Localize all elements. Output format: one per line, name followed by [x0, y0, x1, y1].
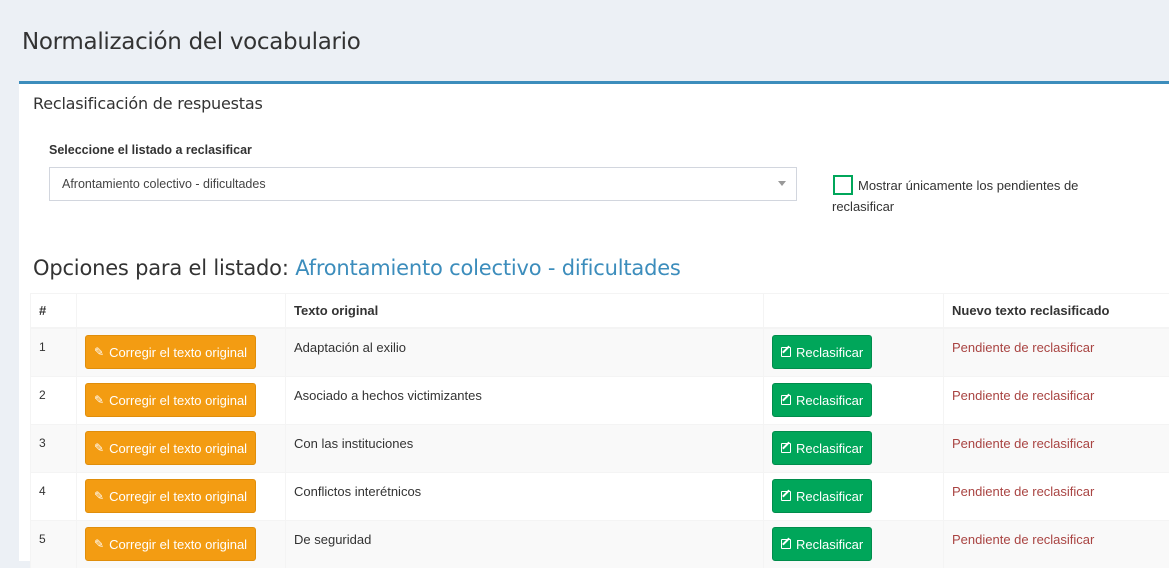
edit-icon — [781, 491, 791, 501]
row-action2-cell: Reclasificar — [764, 473, 944, 521]
table-row: 1 ✎ Corregir el texto original Adaptación a… — [31, 328, 1169, 377]
row-num-cell: 1 — [31, 328, 77, 377]
chevron-down-icon — [778, 181, 786, 186]
list-select[interactable]: Afrontamiento colectivo - dificultades — [49, 167, 797, 201]
row-num: 3 — [39, 425, 68, 450]
status-text: Pendiente de reclasificar — [952, 425, 1161, 451]
reclassify-label: Reclasificar — [796, 393, 863, 408]
row-original-cell: Asociado a hechos victimizantes — [286, 377, 764, 425]
status-text: Pendiente de reclasificar — [952, 377, 1161, 403]
reclassify-button[interactable]: Reclasificar — [772, 527, 872, 561]
row-original-cell: De seguridad — [286, 521, 764, 568]
row-status-cell: Pendiente de reclasificar — [944, 328, 1169, 377]
correct-original-button[interactable]: ✎ Corregir el texto original — [85, 383, 256, 417]
header-new-text: Nuevo texto reclasificado — [944, 294, 1169, 329]
edit-icon — [781, 539, 791, 549]
row-action2-cell: Reclasificar — [764, 377, 944, 425]
table-row: 3 ✎ Corregir el texto original Con las inst… — [31, 425, 1169, 473]
row-status-cell: Pendiente de reclasificar — [944, 521, 1169, 568]
reclassify-label: Reclasificar — [796, 537, 863, 552]
row-action1-cell: ✎ Corregir el texto original — [77, 521, 286, 568]
table-header-row: # Texto original Nuevo texto reclasifica… — [31, 294, 1169, 329]
correct-original-button[interactable]: ✎ Corregir el texto original — [85, 431, 256, 465]
select-value: Afrontamiento colectivo - dificultades — [62, 177, 266, 191]
original-text: Con las instituciones — [294, 425, 755, 451]
header-action2 — [764, 294, 944, 329]
row-action1-cell: ✎ Corregir el texto original — [77, 425, 286, 473]
row-num: 2 — [39, 377, 68, 402]
pending-only-label[interactable]: Mostrar únicamente los pendientes de rec… — [832, 175, 1132, 217]
section-heading-list: Afrontamiento colectivo - dificultades — [295, 256, 680, 280]
edit-icon — [781, 347, 791, 357]
page-title: Normalización del vocabulario — [22, 29, 361, 55]
original-text: Asociado a hechos victimizantes — [294, 377, 755, 403]
correct-original-label: Corregir el texto original — [109, 441, 247, 456]
edit-icon — [781, 395, 791, 405]
correct-original-button[interactable]: ✎ Corregir el texto original — [85, 479, 256, 513]
correct-original-label: Corregir el texto original — [109, 489, 247, 504]
pencil-icon: ✎ — [94, 393, 104, 407]
status-text: Pendiente de reclasificar — [952, 521, 1161, 547]
pencil-icon: ✎ — [94, 489, 104, 503]
correct-original-label: Corregir el texto original — [109, 345, 247, 360]
reclassify-button[interactable]: Reclasificar — [772, 383, 872, 417]
row-status-cell: Pendiente de reclasificar — [944, 377, 1169, 425]
pencil-icon: ✎ — [94, 537, 104, 551]
correct-original-button[interactable]: ✎ Corregir el texto original — [85, 335, 256, 369]
table-row: 5 ✎ Corregir el texto original De seguridad… — [31, 521, 1169, 568]
row-num: 1 — [39, 329, 68, 354]
box-title: Reclasificación de respuestas — [33, 94, 263, 113]
row-original-cell: Conflictos interétnicos — [286, 473, 764, 521]
reclassify-button[interactable]: Reclasificar — [772, 431, 872, 465]
select-label: Seleccione el listado a reclasificar — [49, 143, 252, 157]
row-action2-cell: Reclasificar — [764, 328, 944, 377]
reclassify-label: Reclasificar — [796, 489, 863, 504]
original-text: De seguridad — [294, 521, 755, 547]
table-row: 2 ✎ Corregir el texto original Asociado a h… — [31, 377, 1169, 425]
content-header: Normalización del vocabulario — [19, 12, 1169, 82]
row-action1-cell: ✎ Corregir el texto original — [77, 377, 286, 425]
row-num: 4 — [39, 473, 68, 498]
row-action1-cell: ✎ Corregir el texto original — [77, 328, 286, 377]
section-heading-prefix: Opciones para el listado: — [33, 256, 289, 280]
reclassify-label: Reclasificar — [796, 345, 863, 360]
row-num-cell: 4 — [31, 473, 77, 521]
correct-original-button[interactable]: ✎ Corregir el texto original — [85, 527, 256, 561]
row-num-cell: 3 — [31, 425, 77, 473]
row-status-cell: Pendiente de reclasificar — [944, 425, 1169, 473]
header-original: Texto original — [286, 294, 764, 329]
row-status-cell: Pendiente de reclasificar — [944, 473, 1169, 521]
options-table: # Texto original Nuevo texto reclasifica… — [30, 293, 1169, 568]
original-text: Conflictos interétnicos — [294, 473, 755, 499]
original-text: Adaptación al exilio — [294, 329, 755, 355]
pencil-icon: ✎ — [94, 345, 104, 359]
section-heading: Opciones para el listado: Afrontamiento … — [33, 256, 681, 280]
correct-original-label: Corregir el texto original — [109, 537, 247, 552]
header-num: # — [31, 294, 77, 329]
row-original-cell: Adaptación al exilio — [286, 328, 764, 377]
table-row: 4 ✎ Corregir el texto original Conflictos i… — [31, 473, 1169, 521]
status-text: Pendiente de reclasificar — [952, 329, 1161, 355]
status-text: Pendiente de reclasificar — [952, 473, 1161, 499]
row-original-cell: Con las instituciones — [286, 425, 764, 473]
row-num: 5 — [39, 521, 68, 546]
row-action1-cell: ✎ Corregir el texto original — [77, 473, 286, 521]
reclassify-button[interactable]: Reclasificar — [772, 479, 872, 513]
row-action2-cell: Reclasificar — [764, 521, 944, 568]
row-action2-cell: Reclasificar — [764, 425, 944, 473]
reclassification-box: Reclasificación de respuestas Seleccione… — [19, 81, 1169, 561]
row-num-cell: 2 — [31, 377, 77, 425]
pencil-icon: ✎ — [94, 441, 104, 455]
edit-icon — [781, 443, 791, 453]
reclassify-label: Reclasificar — [796, 441, 863, 456]
reclassify-button[interactable]: Reclasificar — [772, 335, 872, 369]
correct-original-label: Corregir el texto original — [109, 393, 247, 408]
header-action1 — [77, 294, 286, 329]
row-num-cell: 5 — [31, 521, 77, 568]
